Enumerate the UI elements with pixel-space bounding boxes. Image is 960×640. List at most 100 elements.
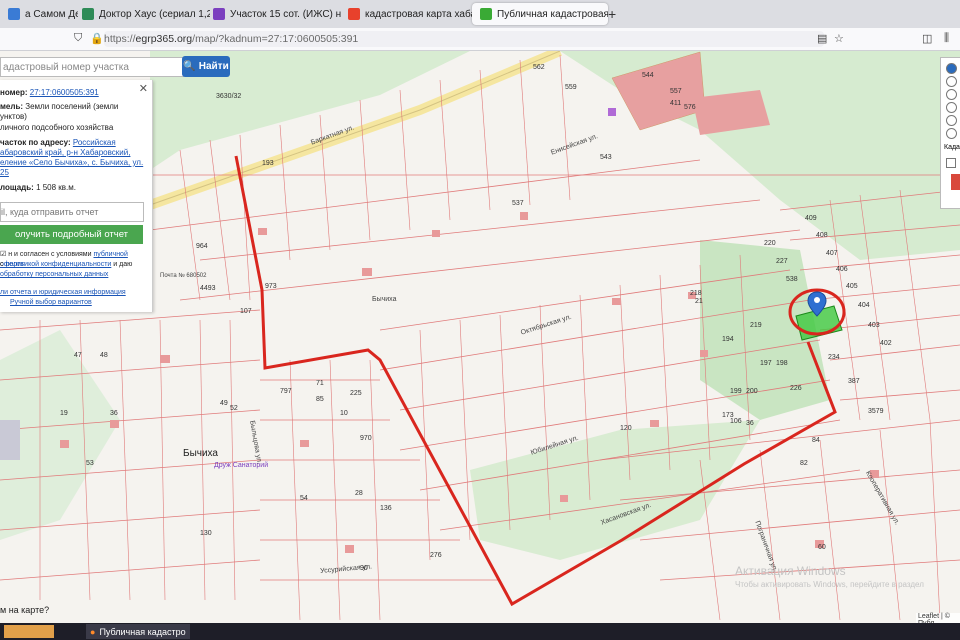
browser-tab[interactable]: Доктор Хаус (сериал 1,2,3,4,5) ✕ xyxy=(74,3,210,25)
plot-number-label: 130 xyxy=(200,530,212,537)
layers-label: Када xyxy=(944,144,960,151)
address-line-4[interactable]: 25 xyxy=(0,168,9,177)
address-line-2[interactable]: абаровский край, р-н Хабаровский, xyxy=(0,148,130,157)
layer-radio[interactable] xyxy=(946,76,957,87)
get-report-button[interactable]: олучить подробный отчет xyxy=(0,225,143,244)
plot-number-label: 136 xyxy=(380,505,392,512)
cad-number-label: номер: xyxy=(0,88,28,97)
layer-radio[interactable] xyxy=(946,102,957,113)
close-icon[interactable]: ✕ xyxy=(139,82,148,95)
legal-info-link[interactable]: ли отчета и юридическая информация xyxy=(0,289,126,296)
use-value: личного подсобного хозяйства xyxy=(0,123,114,132)
plot-number-label: 197 xyxy=(760,360,772,367)
plot-number-label: 537 xyxy=(512,200,524,207)
library-icon[interactable]: ⫼ xyxy=(944,32,949,45)
email-field[interactable]: il, куда отправить отчет xyxy=(0,202,144,222)
site-favicon-icon xyxy=(348,8,360,20)
browser-tab-active[interactable]: Публичная кадастровая карта ✕ xyxy=(472,3,608,25)
plot-number-label: 19 xyxy=(60,410,68,417)
plot-number-label: 220 xyxy=(764,240,776,247)
plot-number-label: 193 xyxy=(262,160,274,167)
plot-number-label: 403 xyxy=(868,322,880,329)
address-line-3[interactable]: еление «Село Бычиха», с. Бычиха, ул. xyxy=(0,158,143,167)
cad-number-link[interactable]: 27:17:0600505:391 xyxy=(30,88,99,97)
plot-number-label: 234 xyxy=(828,354,840,361)
browser-tab[interactable]: а Самом Деле Р ✕ xyxy=(0,3,78,25)
plot-number-label: 199 xyxy=(730,388,742,395)
lock-icon[interactable]: 🔒 xyxy=(90,32,104,45)
plot-number-label: 3579 xyxy=(868,408,884,415)
street-label: Бычиха xyxy=(372,296,397,303)
new-tab-icon[interactable]: + xyxy=(608,6,616,22)
plot-number-label: 407 xyxy=(826,250,838,257)
browser-tab-bar: а Самом Деле Р ✕ Доктор Хаус (сериал 1,2… xyxy=(0,0,960,28)
tab-label: Доктор Хаус (сериал 1,2,3,4,5) xyxy=(99,8,210,20)
plot-number-label: 173 xyxy=(722,412,734,419)
personal-data-link[interactable]: обработку персональных данных xyxy=(0,271,108,278)
plot-number-label: 973 xyxy=(265,283,277,290)
plot-number-label: 576 xyxy=(684,104,696,111)
browser-tab[interactable]: Участок 15 сот. (ИЖС) на про ✕ xyxy=(205,3,341,25)
checkbox-icon[interactable]: ☑ xyxy=(0,251,6,258)
shield-icon[interactable]: ⛉ xyxy=(74,32,82,45)
manual-choice-link[interactable]: Ручной выбор вариантов xyxy=(10,299,92,306)
address-bar[interactable]: https://egrp365.org/map/?kadnum=27:17:06… xyxy=(104,31,824,47)
plot-number-label: 21 xyxy=(695,298,703,305)
plot-number-label: 120 xyxy=(620,425,632,432)
browser-nav-bar: ⛉ 🔒 https://egrp365.org/map/?kadnum=27:1… xyxy=(0,28,960,51)
plot-number-label: 90 xyxy=(360,565,368,572)
plot-number-label: 48 xyxy=(100,352,108,359)
plot-number-label: 36 xyxy=(746,420,754,427)
plot-number-label: 200 xyxy=(746,388,758,395)
pocket-icon[interactable]: ◫ xyxy=(922,32,932,45)
plot-number-label: 107 xyxy=(240,308,252,315)
plot-number-label: 10 xyxy=(340,410,348,417)
bookmark-star-icon[interactable]: ☆ xyxy=(834,32,844,45)
plot-number-label: 53 xyxy=(86,460,94,467)
layer-radio[interactable] xyxy=(946,89,957,100)
tab-label: Участок 15 сот. (ИЖС) на про xyxy=(230,8,341,20)
email-placeholder: il, куда отправить отчет xyxy=(1,207,99,217)
cadastral-search-input[interactable]: адастровый номер участка xyxy=(0,57,184,77)
category-value: Земли поселений (земли xyxy=(25,102,119,111)
get-report-label: олучить подробный отчет xyxy=(14,229,129,240)
category-label: мель: xyxy=(0,102,24,111)
browser-tab[interactable]: кадастровая карта хабаровск ✕ xyxy=(340,3,476,25)
plot-number-label: 276 xyxy=(430,552,442,559)
plot-number-label: 85 xyxy=(316,396,324,403)
windows-watermark-sub: Чтобы активировать Windows, перейдите в … xyxy=(735,580,924,589)
plot-number-label: 538 xyxy=(786,276,798,283)
plot-number-label: 28 xyxy=(355,490,363,497)
tab-label: а Самом Деле Р xyxy=(25,8,78,20)
plot-number-label: 409 xyxy=(805,215,817,222)
layer-radio[interactable] xyxy=(946,63,957,74)
layer-radio[interactable] xyxy=(946,115,957,126)
address-line-1[interactable]: Российская xyxy=(73,138,116,147)
plot-info-panel: ✕ номер: 27:17:0600505:391 мель: Земли п… xyxy=(0,80,153,312)
plot-number-label: 198 xyxy=(776,360,788,367)
category-value-2: унктов) xyxy=(0,112,27,121)
layer-checkbox[interactable] xyxy=(946,158,956,168)
plot-number-label: 3630/32 xyxy=(216,93,242,100)
layer-radio[interactable] xyxy=(946,128,957,139)
plot-number-label: 218 xyxy=(690,290,702,297)
taskbar-thumbnail[interactable] xyxy=(4,625,54,638)
taskbar-app-button[interactable]: ● Публичная кадастро xyxy=(86,624,190,639)
plot-number-label: 557 xyxy=(670,88,682,95)
area-value: 1 508 кв.м. xyxy=(36,183,76,192)
poi-label: Почта № 680502 xyxy=(160,273,207,279)
plot-number-label: 225 xyxy=(350,390,362,397)
reader-view-icon[interactable]: ▤ xyxy=(817,32,827,45)
taskbar-app-label: Публичная кадастро xyxy=(99,626,186,637)
privacy-link[interactable]: политикой конфиденциальности xyxy=(5,261,111,268)
find-button[interactable]: 🔍 Найти xyxy=(182,56,230,77)
layers-action-button[interactable] xyxy=(951,174,960,190)
plot-number-label: 226 xyxy=(790,385,802,392)
agree-text-3: и даю xyxy=(113,261,133,268)
plot-number-label: 84 xyxy=(812,437,820,444)
plot-number-label: 404 xyxy=(858,302,870,309)
tab-label: кадастровая карта хабаровск xyxy=(365,8,476,20)
plot-number-label: 36 xyxy=(110,410,118,417)
plot-number-label: 408 xyxy=(816,232,828,239)
search-icon: 🔍 xyxy=(183,61,196,72)
